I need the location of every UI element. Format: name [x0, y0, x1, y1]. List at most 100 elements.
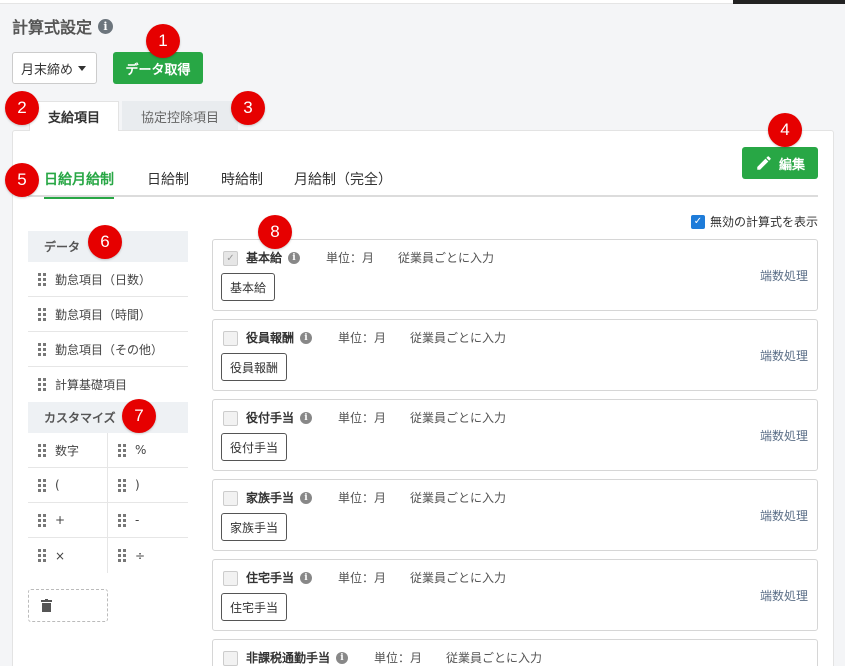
rounding-link[interactable]: 端数処理 [760, 507, 808, 524]
info-icon[interactable]: i [300, 571, 313, 584]
drag-handle-icon [118, 443, 126, 457]
drag-handle-icon [38, 513, 46, 527]
trash-drop-zone[interactable] [28, 589, 108, 622]
drag-handle-icon [38, 378, 46, 391]
formula-card[interactable]: ✓ 基本給 i 単位：月 従業員ごとに入力 基本給 端数処理 [212, 239, 818, 311]
formula-checkbox[interactable] [223, 331, 238, 346]
closing-period-value: 月末締め [21, 62, 74, 78]
formula-checkbox[interactable] [223, 571, 238, 586]
rounding-link[interactable]: 端数処理 [760, 347, 808, 364]
formula-name-text: 基本給 [246, 251, 283, 265]
drag-handle-icon [38, 478, 46, 492]
drag-handle-icon [118, 513, 126, 527]
operator-number[interactable]: 数字 [28, 433, 108, 468]
formula-name: 基本給 i [246, 249, 301, 266]
formula-card[interactable]: 家族手当 i 単位：月 従業員ごとに入力 家族手当 端数処理 [212, 479, 818, 551]
operator-percent[interactable]: % [108, 433, 188, 468]
rounding-link[interactable]: 端数処理 [760, 587, 808, 604]
formula-unit: 単位：月 [338, 571, 387, 585]
formula-card[interactable]: 役付手当 i 単位：月 従業員ごとに入力 役付手当 端数処理 [212, 399, 818, 471]
formula-checkbox[interactable] [223, 411, 238, 426]
info-icon[interactable]: i [288, 251, 301, 264]
formula-checkbox[interactable] [223, 491, 238, 506]
show-invalid-toggle[interactable]: ✓ 無効の計算式を表示 [691, 213, 818, 230]
formula-token[interactable]: 住宅手当 [221, 593, 288, 621]
draggable-attendance-hours[interactable]: 勤怠項目（時間） [28, 297, 188, 332]
formula-name-text: 非課税通勤手当 [246, 651, 331, 665]
formula-unit: 単位：月 [374, 651, 423, 665]
item-label: 勤怠項目（その他） [55, 342, 164, 357]
draggable-attendance-other[interactable]: 勤怠項目（その他） [28, 332, 188, 367]
formula-card[interactable]: 住宅手当 i 単位：月 従業員ごとに入力 住宅手当 端数処理 [212, 559, 818, 631]
formula-token[interactable]: 基本給 [221, 273, 276, 301]
drag-handle-icon [118, 478, 126, 492]
formula-token[interactable]: 家族手当 [221, 513, 288, 541]
drag-handle-icon [38, 549, 46, 562]
component-sidebar: データ 勤怠項目（日数） 勤怠項目（時間） 勤怠項目（その他） 計算基礎項目 カ… [28, 231, 188, 573]
info-icon[interactable]: i [300, 411, 313, 424]
operator-minus[interactable]: - [108, 503, 188, 538]
customize-heading: カスタマイズ [28, 402, 188, 433]
rounding-link[interactable]: 端数処理 [760, 427, 808, 444]
formula-card[interactable]: 非課税通勤手当 i 単位：月 従業員ごとに入力 [212, 639, 818, 666]
operator-open-paren[interactable]: ( [28, 468, 108, 503]
info-icon[interactable]: i [98, 18, 114, 34]
operator-multiply[interactable]: × [28, 538, 108, 573]
operator-label: - [135, 513, 140, 527]
formula-name: 住宅手当 i [246, 569, 313, 586]
formula-name: 役員報酬 i [246, 329, 313, 346]
formula-name-text: 役付手当 [246, 411, 295, 425]
formula-name: 家族手当 i [246, 489, 313, 506]
trash-icon [41, 599, 52, 612]
pay-type-tabs: 日給月給制 日給制 時給制 月給制（完全） [28, 160, 818, 199]
operator-label: ) [135, 478, 140, 492]
formula-checkbox[interactable]: ✓ [223, 251, 238, 266]
formula-input-mode: 従業員ごとに入力 [446, 651, 543, 665]
drag-handle-icon [118, 549, 126, 562]
formula-token[interactable]: 役付手当 [221, 433, 288, 461]
annotation-badge-1: 1 [146, 24, 180, 58]
formula-input-mode: 従業員ごとに入力 [410, 491, 507, 505]
formula-card[interactable]: 役員報酬 i 単位：月 従業員ごとに入力 役員報酬 端数処理 [212, 319, 818, 391]
formula-input-mode: 従業員ごとに入力 [410, 571, 507, 585]
operator-label: + [55, 513, 66, 527]
formula-name-text: 家族手当 [246, 491, 295, 505]
tab-monthly-full[interactable]: 月給制（完全） [294, 160, 392, 197]
draggable-attendance-days[interactable]: 勤怠項目（日数） [28, 262, 188, 297]
formula-unit: 単位：月 [338, 411, 387, 425]
operator-label: 数字 [55, 443, 80, 458]
formula-name-text: 住宅手当 [246, 571, 295, 585]
annotation-badge-7: 7 [122, 399, 156, 433]
formula-input-mode: 従業員ごとに入力 [398, 251, 495, 265]
operator-divide[interactable]: ÷ [108, 538, 188, 573]
checkbox-checked-icon[interactable]: ✓ [691, 214, 705, 229]
formula-checkbox[interactable] [223, 651, 238, 666]
annotation-badge-3: 3 [231, 91, 265, 125]
item-label: 勤怠項目（日数） [55, 272, 152, 287]
show-invalid-label: 無効の計算式を表示 [710, 215, 819, 229]
info-icon[interactable]: i [336, 651, 349, 664]
info-icon[interactable]: i [300, 491, 313, 504]
closing-period-select[interactable]: 月末締め [12, 52, 97, 84]
tab-payment-items[interactable]: 支給項目 [29, 101, 119, 131]
formula-input-mode: 従業員ごとに入力 [410, 331, 507, 345]
tab-daily[interactable]: 日給制 [147, 160, 189, 197]
operator-close-paren[interactable]: ) [108, 468, 188, 503]
info-icon[interactable]: i [300, 331, 313, 344]
tab-deduction-items[interactable]: 協定控除項目 [122, 101, 238, 131]
draggable-calc-base[interactable]: 計算基礎項目 [28, 367, 188, 402]
annotation-badge-8: 8 [258, 215, 292, 249]
formula-unit: 単位：月 [338, 331, 387, 345]
formula-name: 役付手当 i [246, 409, 313, 426]
formula-token[interactable]: 役員報酬 [221, 353, 288, 381]
rounding-link[interactable]: 端数処理 [760, 267, 808, 284]
operator-grid: 数字 % ( ) + - × ÷ [28, 433, 188, 573]
item-label: 勤怠項目（時間） [55, 307, 152, 322]
tab-daily-monthly[interactable]: 日給月給制 [44, 160, 114, 199]
operator-label: × [55, 548, 66, 563]
tab-hourly[interactable]: 時給制 [221, 160, 263, 197]
drag-handle-icon [38, 342, 46, 356]
top-bar-dark-segment [733, 0, 845, 4]
formula-name: 非課税通勤手当 i [246, 649, 349, 666]
operator-plus[interactable]: + [28, 503, 108, 538]
